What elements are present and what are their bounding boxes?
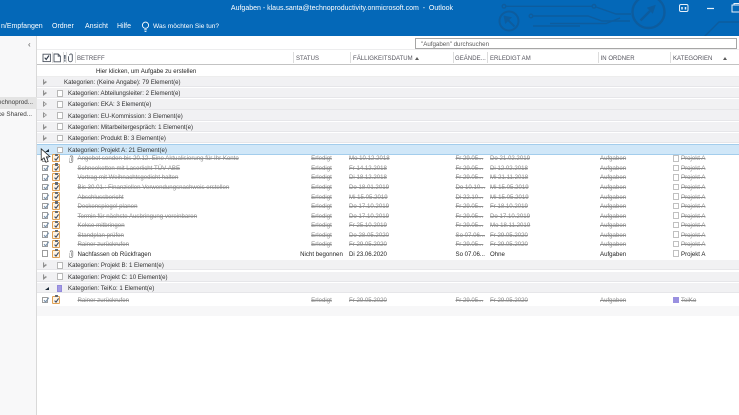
svg-text:!: ! — [63, 53, 66, 63]
